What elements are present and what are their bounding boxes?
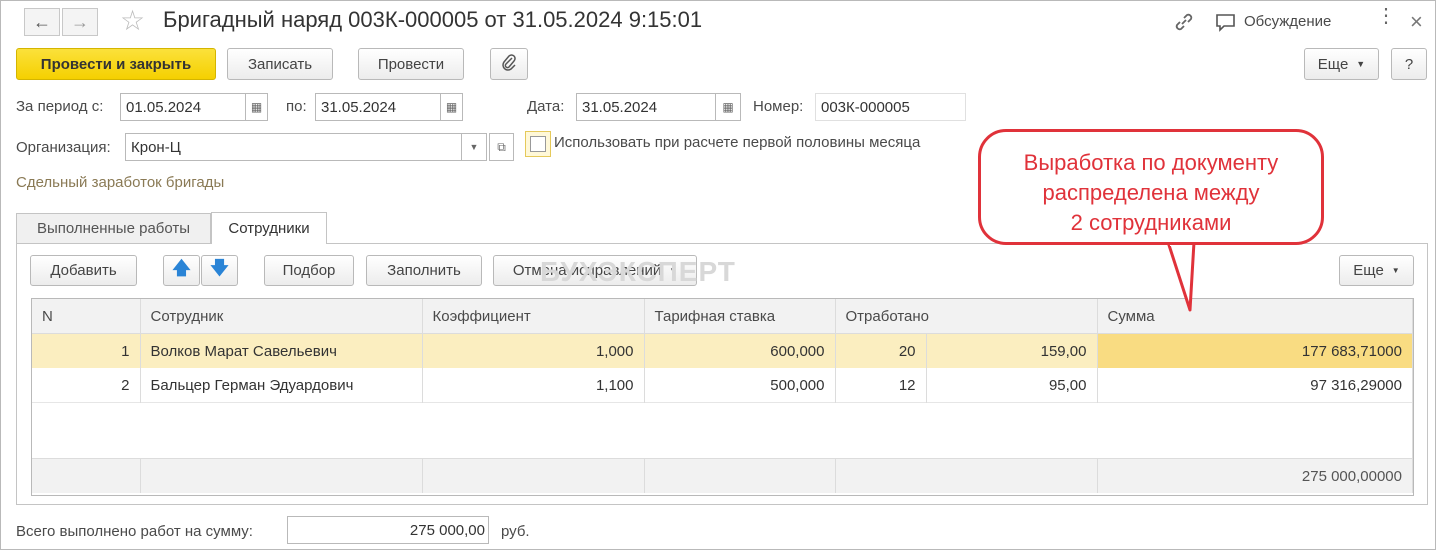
column-header-rate[interactable]: Тарифная ставка bbox=[644, 299, 836, 334]
tab-completed-works[interactable]: Выполненные работы bbox=[16, 213, 211, 243]
currency-label: руб. bbox=[501, 523, 530, 540]
arrow-down-icon: 🡇 bbox=[210, 257, 229, 278]
callout-line: распределена между bbox=[1042, 180, 1260, 205]
organization-field[interactable]: Крон-Ц bbox=[125, 133, 462, 161]
column-header-employee[interactable]: Сотрудник bbox=[140, 299, 423, 334]
add-button[interactable]: Добавить bbox=[30, 255, 137, 286]
calendar-icon[interactable]: ▦ bbox=[246, 93, 268, 121]
cell-coefficient: 1,000 bbox=[422, 333, 645, 368]
table-header: N Сотрудник Коэффициент Тарифная ставка … bbox=[32, 299, 1413, 334]
open-icon[interactable]: ⧉ bbox=[489, 133, 514, 161]
piecework-link[interactable]: Сдельный заработок бригады bbox=[16, 174, 224, 191]
favorite-star-icon[interactable]: ☆ bbox=[120, 4, 145, 37]
cell-sum: 177 683,71000 bbox=[1097, 333, 1413, 368]
period-from-field[interactable]: 01.05.2024 bbox=[120, 93, 246, 121]
cell-sum: 97 316,29000 bbox=[1097, 368, 1413, 403]
first-half-checkbox[interactable] bbox=[525, 131, 551, 157]
organization-label: Организация: bbox=[16, 139, 111, 156]
move-down-button[interactable]: 🡇 bbox=[201, 255, 238, 286]
tab-employees[interactable]: Сотрудники bbox=[211, 212, 327, 244]
back-button[interactable]: ← bbox=[24, 8, 60, 36]
page-title: Бригадный наряд 003К-000005 от 31.05.202… bbox=[163, 7, 703, 32]
total-label: Всего выполнено работ на сумму: bbox=[16, 523, 253, 540]
cell-worked-hours: 95,00 bbox=[926, 368, 1098, 403]
calendar-icon[interactable]: ▦ bbox=[716, 93, 741, 121]
more-label: Еще bbox=[1317, 55, 1349, 73]
dropdown-arrow-icon[interactable]: ▼ bbox=[462, 133, 487, 161]
kebab-menu-icon[interactable]: ⋮ bbox=[1376, 6, 1396, 26]
discussion-icon[interactable] bbox=[1214, 12, 1238, 34]
close-icon[interactable]: × bbox=[1410, 9, 1423, 35]
discussion-label[interactable]: Обсуждение bbox=[1244, 13, 1331, 30]
arrow-up-icon: 🡅 bbox=[172, 257, 191, 278]
more-button[interactable]: Еще ▼ bbox=[1304, 48, 1379, 80]
fill-button[interactable]: Заполнить bbox=[366, 255, 482, 286]
dropdown-arrow-icon: ▼ bbox=[1356, 59, 1366, 69]
table-more-button[interactable]: Еще ▼ bbox=[1339, 255, 1414, 286]
number-field[interactable]: 003К-000005 bbox=[815, 93, 966, 121]
save-button[interactable]: Записать bbox=[227, 48, 333, 80]
post-and-close-button[interactable]: Провести и закрыть bbox=[16, 48, 216, 80]
post-button[interactable]: Провести bbox=[358, 48, 464, 80]
callout-line: 2 сотрудниками bbox=[1070, 210, 1232, 235]
cell-worked-days: 12 bbox=[835, 368, 927, 403]
period-to-field[interactable]: 31.05.2024 bbox=[315, 93, 441, 121]
date-field[interactable]: 31.05.2024 bbox=[576, 93, 716, 121]
callout-pointer bbox=[1166, 238, 1196, 312]
cell-n: 2 bbox=[32, 368, 141, 403]
cell-worked-days: 20 bbox=[835, 333, 927, 368]
arrow-right-icon: → bbox=[71, 11, 89, 32]
table-footer: 275 000,00000 bbox=[32, 458, 1413, 493]
dropdown-arrow-icon: ▼ bbox=[1391, 266, 1400, 275]
cell-worked-hours: 159,00 bbox=[926, 333, 1098, 368]
table-row[interactable]: 2 Бальцер Герман Эдуардович 1,100 500,00… bbox=[32, 368, 1413, 403]
column-header-coefficient[interactable]: Коэффициент bbox=[422, 299, 645, 334]
employees-table: N Сотрудник Коэффициент Тарифная ставка … bbox=[31, 298, 1414, 496]
cell-n: 1 bbox=[32, 333, 141, 368]
cell-rate: 600,000 bbox=[644, 333, 836, 368]
footer-total-sum: 275 000,00000 bbox=[1097, 458, 1413, 493]
period-to-label: по: bbox=[286, 98, 307, 115]
cell-rate: 500,000 bbox=[644, 368, 836, 403]
calendar-icon[interactable]: ▦ bbox=[441, 93, 463, 121]
total-field[interactable]: 275 000,00 bbox=[287, 516, 489, 544]
table-row[interactable]: 1 Волков Марат Савельевич 1,000 600,000 … bbox=[32, 333, 1413, 368]
column-header-n[interactable]: N bbox=[32, 299, 141, 334]
period-from-label: За период с: bbox=[16, 98, 104, 115]
help-button[interactable]: ? bbox=[1391, 48, 1427, 80]
column-header-sum[interactable]: Сумма bbox=[1097, 299, 1413, 334]
watermark-logo: БУХЭКСПЕРТ bbox=[540, 256, 736, 287]
callout-line: Выработка по документу bbox=[1023, 150, 1279, 175]
annotation-callout: Выработка по документу распределена межд… bbox=[978, 129, 1324, 245]
attach-button[interactable] bbox=[490, 48, 528, 80]
pick-button[interactable]: Подбор bbox=[264, 255, 354, 286]
column-header-worked[interactable]: Отработано bbox=[835, 299, 1098, 334]
empty-row bbox=[32, 402, 1413, 459]
number-label: Номер: bbox=[753, 98, 804, 115]
link-icon[interactable] bbox=[1172, 10, 1196, 34]
cell-coefficient: 1,100 bbox=[422, 368, 645, 403]
paperclip-icon bbox=[501, 53, 517, 75]
date-label: Дата: bbox=[527, 98, 565, 115]
first-half-checkbox-label: Использовать при расчете первой половины… bbox=[554, 134, 921, 151]
move-up-button[interactable]: 🡅 bbox=[163, 255, 200, 286]
cell-employee: Бальцер Герман Эдуардович bbox=[140, 368, 423, 403]
table-more-label: Еще bbox=[1353, 262, 1384, 279]
forward-button[interactable]: → bbox=[62, 8, 98, 36]
arrow-left-icon: ← bbox=[33, 11, 51, 32]
cell-employee: Волков Марат Савельевич bbox=[140, 333, 423, 368]
